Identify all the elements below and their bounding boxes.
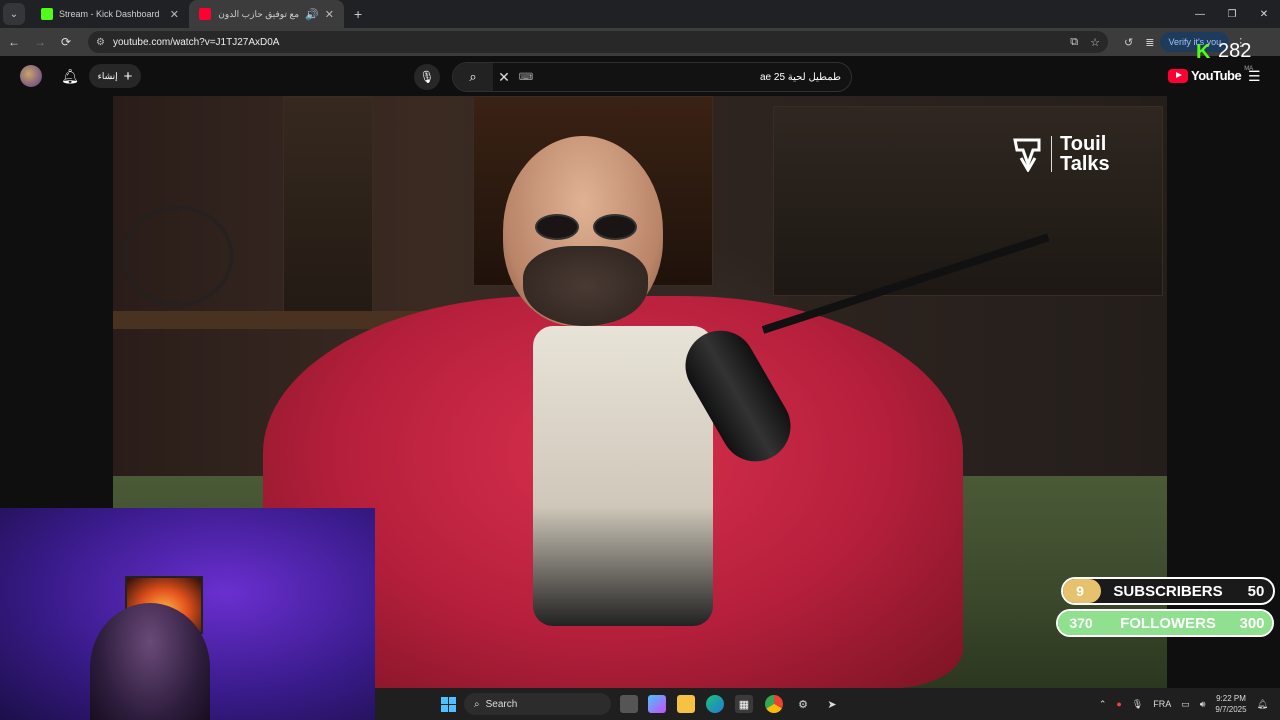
plus-icon: +: [123, 67, 133, 85]
followers-goal-bar: 370 FOLLOWERS 300: [1056, 609, 1274, 637]
steam-icon[interactable]: ➤: [823, 695, 841, 713]
guest-beard: [523, 246, 648, 326]
app-icon[interactable]: ⚙: [794, 695, 812, 713]
chrome-icon[interactable]: [765, 695, 783, 713]
close-tab-icon[interactable]: ✕: [325, 8, 334, 21]
watermark-line1: Touil: [1060, 133, 1107, 155]
kick-favicon-icon: [41, 8, 53, 20]
edge-icon[interactable]: [706, 695, 724, 713]
reading-list-icon[interactable]: ≣: [1145, 36, 1154, 49]
install-app-icon[interactable]: ⧉: [1070, 36, 1078, 49]
followers-label: FOLLOWERS: [1120, 614, 1216, 632]
youtube-logo[interactable]: YouTube MA: [1168, 66, 1253, 83]
followers-current: 370: [1069, 615, 1093, 631]
create-label: إنشاء: [97, 70, 118, 81]
close-window-icon[interactable]: ✕: [1248, 0, 1280, 28]
forward-icon[interactable]: →: [28, 30, 52, 54]
youtube-wordmark: YouTube: [1191, 68, 1242, 83]
tab-youtube-video[interactable]: مع توفيق حازب الدون يبع : ... 🔊 ✕: [189, 0, 344, 28]
kick-logo-icon: K: [1196, 40, 1211, 63]
followers-target: 300: [1239, 614, 1265, 632]
clear-search-icon[interactable]: ✕: [493, 69, 515, 86]
notifications-bell-icon[interactable]: 🔔︎: [60, 66, 80, 86]
close-tab-icon[interactable]: ✕: [170, 8, 179, 21]
bookmark-star-icon[interactable]: ☆: [1090, 36, 1100, 49]
new-tab-icon[interactable]: +: [354, 6, 362, 22]
taskbar-search-label: Search: [485, 698, 518, 710]
clock-time: 9:22 PM: [1216, 694, 1246, 703]
wall-bicycle: [123, 206, 233, 306]
site-info-icon[interactable]: ⚙: [96, 37, 105, 48]
browser-toolbar: ← → ⟳ ⚙ youtube.com/watch?v=J1TJ27AxD0A …: [0, 28, 1280, 56]
window-controls: — ❐ ✕: [1184, 0, 1280, 28]
tray-chevron-icon[interactable]: ⌃: [1099, 699, 1107, 710]
notifications-icon[interactable]: 🔔︎: [1257, 699, 1268, 710]
account-avatar[interactable]: [20, 65, 42, 87]
search-input[interactable]: طمطيل لحية 25 ae: [537, 72, 851, 83]
windows-start-icon[interactable]: [441, 697, 456, 712]
touil-talks-logo-icon: [1013, 138, 1041, 172]
tab-search-button[interactable]: ⌄: [3, 3, 25, 25]
touil-talks-watermark: Touil Talks: [1013, 134, 1110, 174]
subscribers-current: 9: [1076, 583, 1084, 599]
youtube-favicon-icon: [199, 8, 211, 20]
search-icon: ⌕: [474, 698, 480, 710]
language-indicator[interactable]: FRA: [1153, 699, 1171, 709]
subscribers-label: SUBSCRIBERS: [1113, 582, 1223, 600]
volume-icon[interactable]: 🔊︎: [1200, 699, 1206, 710]
streamer-webcam: [0, 508, 375, 720]
file-explorer-icon[interactable]: [677, 695, 695, 713]
tab-title: Stream - Kick Dashboard: [59, 9, 160, 19]
minimize-icon[interactable]: —: [1184, 0, 1216, 28]
microphone-icon[interactable]: 🎙︎: [1132, 699, 1143, 710]
guest-sunglasses: [523, 214, 653, 244]
taskbar-search[interactable]: ⌕ Search: [464, 693, 611, 715]
wall-panel: [283, 96, 373, 316]
store-icon[interactable]: ▦: [735, 695, 753, 713]
taskbar-clock[interactable]: 9:22 PM 9/7/2025: [1215, 693, 1246, 715]
history-icon[interactable]: ↺: [1124, 36, 1133, 49]
tab-title: مع توفيق حازب الدون يبع : ...: [217, 8, 300, 19]
windows-taskbar: ⌕ Search ▦ ⚙ ➤ ⌃ ● 🎙︎ FRA ▭ 🔊︎ 9:22 PM 9…: [375, 688, 1280, 720]
watermark-divider: [1051, 136, 1052, 172]
network-icon[interactable]: ▭: [1181, 699, 1190, 710]
watermark-text: Touil Talks: [1060, 134, 1110, 174]
clock-date: 9/7/2025: [1215, 705, 1247, 714]
system-tray: ⌃ ● 🎙︎ FRA ▭ 🔊︎ 9:22 PM 9/7/2025 🔔︎: [1099, 688, 1280, 720]
search-icon[interactable]: ⌕: [453, 63, 493, 91]
voice-search-mic-icon[interactable]: 🎙︎: [414, 64, 440, 90]
back-icon[interactable]: ←: [2, 30, 26, 54]
viewer-count-overlay: K 282: [1196, 40, 1251, 63]
address-bar[interactable]: ⚙ youtube.com/watch?v=J1TJ27AxD0A ⧉ ☆: [88, 31, 1108, 53]
guide-menu-icon[interactable]: ☰: [1248, 68, 1261, 85]
copilot-icon[interactable]: [648, 695, 666, 713]
youtube-header: 🔔︎ إنشاء + 🎙︎ ⌕ ✕ ⌨ طمطيل لحية 25 ae You…: [0, 56, 1280, 96]
tab-kick-dashboard[interactable]: Stream - Kick Dashboard ✕: [31, 0, 189, 28]
subscribers-goal-bar: 9 SUBSCRIBERS 50: [1061, 577, 1275, 605]
tray-app-icon[interactable]: ●: [1116, 699, 1121, 709]
keyboard-icon[interactable]: ⌨: [515, 72, 537, 83]
watermark-line2: Talks: [1060, 153, 1110, 175]
search-bar[interactable]: ⌕ ✕ ⌨ طمطيل لحية 25 ae: [452, 62, 852, 92]
speaker-icon[interactable]: 🔊: [305, 8, 319, 21]
viewer-count: 282: [1218, 40, 1252, 62]
url-text: youtube.com/watch?v=J1TJ27AxD0A: [112, 36, 280, 48]
youtube-play-icon: [1168, 68, 1188, 83]
task-view-icon[interactable]: [620, 695, 638, 713]
create-button[interactable]: إنشاء +: [89, 64, 141, 88]
reload-icon[interactable]: ⟳: [54, 30, 78, 54]
restore-icon[interactable]: ❐: [1216, 0, 1248, 28]
subscribers-target: 50: [1247, 582, 1265, 600]
browser-tab-strip: ⌄ Stream - Kick Dashboard ✕ مع توفيق حاز…: [0, 0, 1280, 28]
